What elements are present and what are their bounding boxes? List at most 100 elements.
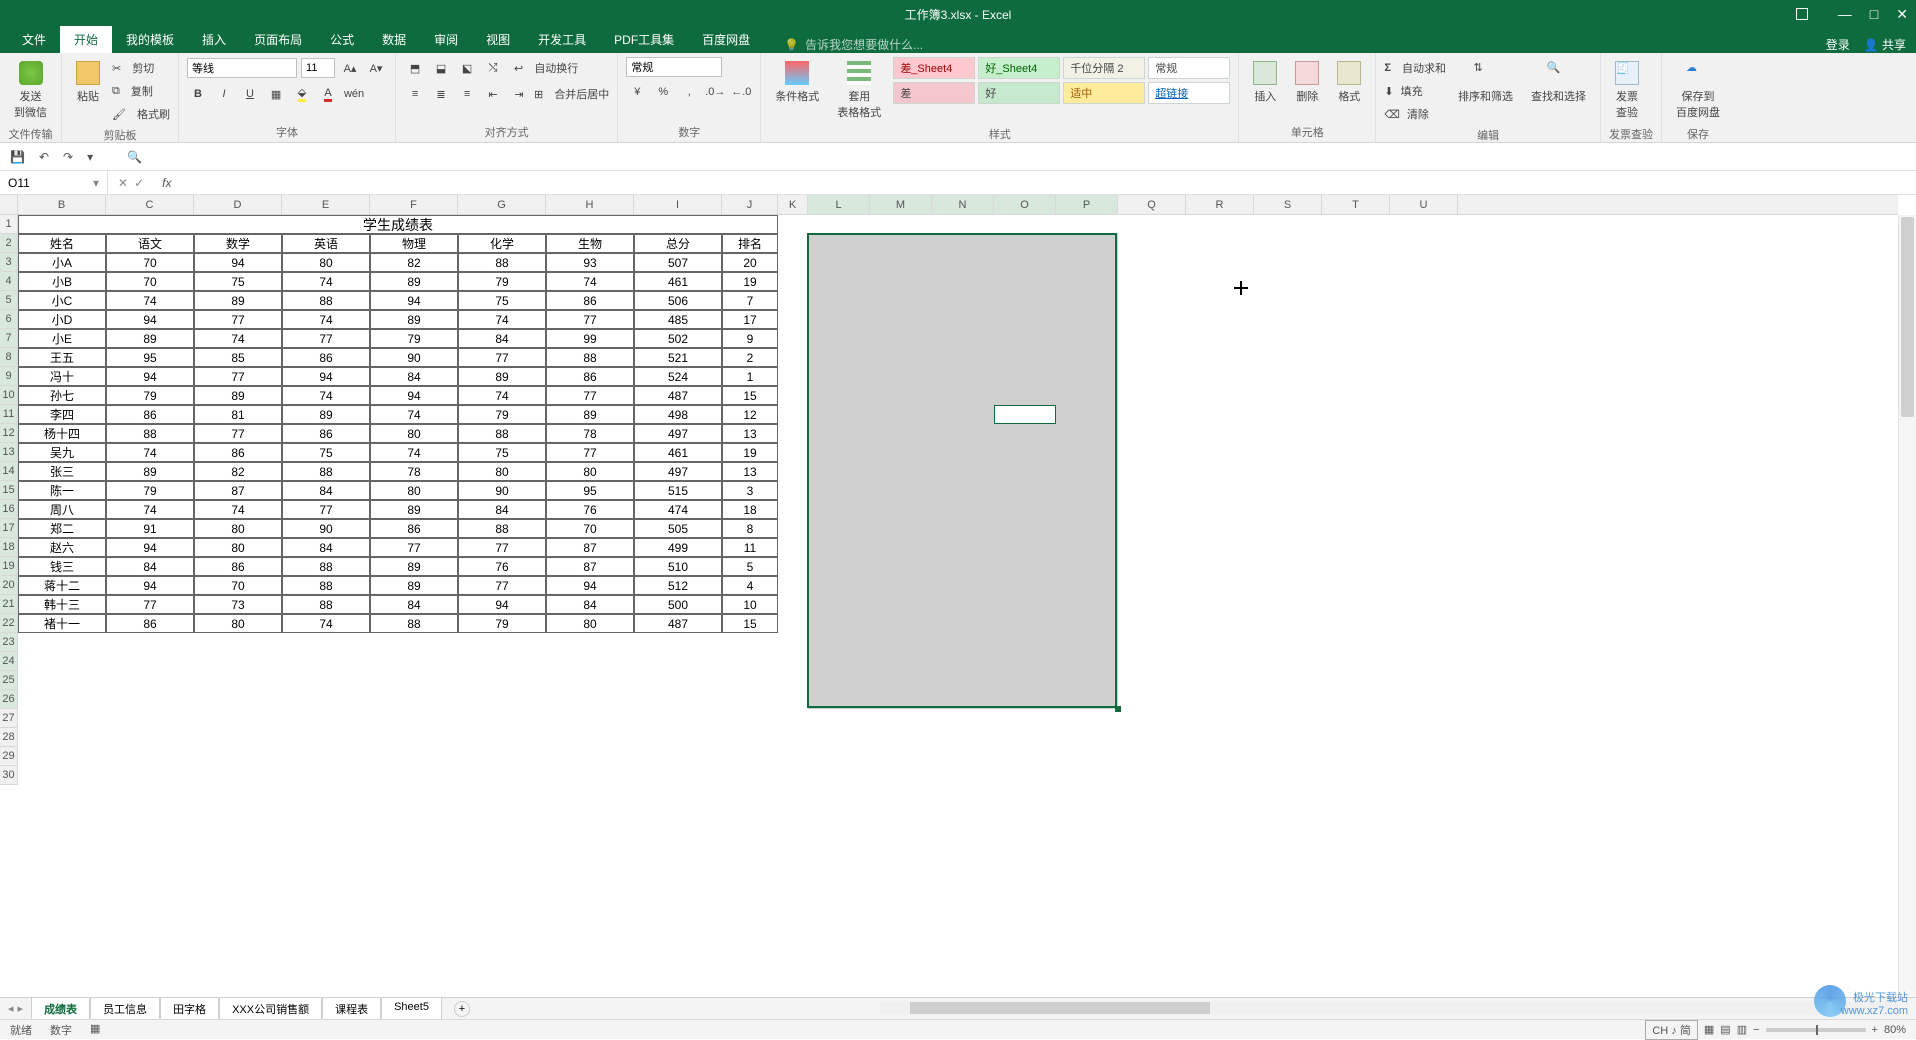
row-header-10[interactable]: 10: [0, 386, 17, 405]
cell[interactable]: 77: [458, 348, 546, 367]
cell[interactable]: 17: [722, 310, 778, 329]
cell[interactable]: 79: [106, 386, 194, 405]
col-header-P[interactable]: P: [1056, 195, 1118, 214]
cell[interactable]: 77: [282, 500, 370, 519]
decrease-font-button[interactable]: A▾: [365, 57, 387, 79]
col-header-K[interactable]: K: [778, 195, 808, 214]
invoice-check-button[interactable]: 🧾发票 查验: [1609, 57, 1645, 124]
cell[interactable]: 524: [634, 367, 722, 386]
row-headers[interactable]: 1234567891011121314151617181920212223242…: [0, 215, 18, 785]
cell[interactable]: 排名: [722, 234, 778, 253]
cell[interactable]: 75: [458, 291, 546, 310]
cell[interactable]: 英语: [282, 234, 370, 253]
cell[interactable]: 74: [282, 310, 370, 329]
cell[interactable]: 10: [722, 595, 778, 614]
row-header-5[interactable]: 5: [0, 291, 17, 310]
cell[interactable]: 73: [194, 595, 282, 614]
number-format-select[interactable]: [626, 57, 722, 77]
cell[interactable]: 77: [546, 443, 634, 462]
cell[interactable]: 500: [634, 595, 722, 614]
cell[interactable]: 88: [282, 595, 370, 614]
col-header-D[interactable]: D: [194, 195, 282, 214]
cell[interactable]: 499: [634, 538, 722, 557]
border-button[interactable]: ▦: [265, 83, 287, 105]
cell[interactable]: 497: [634, 424, 722, 443]
format-painter-button[interactable]: 🖌 格式刷: [112, 103, 170, 125]
cell[interactable]: 数学: [194, 234, 282, 253]
tab-dev[interactable]: 开发工具: [524, 26, 600, 53]
cell[interactable]: 77: [282, 329, 370, 348]
cell[interactable]: 79: [458, 405, 546, 424]
conditional-format-button[interactable]: 条件格式: [769, 57, 825, 108]
cell[interactable]: 94: [106, 310, 194, 329]
row-header-8[interactable]: 8: [0, 348, 17, 367]
align-left-button[interactable]: ≡: [404, 83, 426, 105]
zoom-slider[interactable]: [1766, 1028, 1866, 1032]
cell[interactable]: 18: [722, 500, 778, 519]
new-sheet-button[interactable]: +: [454, 1001, 470, 1017]
style-split2[interactable]: 千位分隔 2: [1063, 57, 1145, 79]
col-header-T[interactable]: T: [1322, 195, 1390, 214]
style-link[interactable]: 超链接: [1148, 82, 1230, 104]
cell[interactable]: 语文: [106, 234, 194, 253]
tab-baidu[interactable]: 百度网盘: [688, 26, 764, 53]
cell[interactable]: 79: [458, 272, 546, 291]
cell[interactable]: 74: [458, 386, 546, 405]
align-middle-button[interactable]: ⬓: [430, 57, 452, 79]
cell[interactable]: 74: [106, 291, 194, 310]
ime-indicator[interactable]: CH ♪ 简: [1645, 1020, 1698, 1040]
cell[interactable]: 95: [106, 348, 194, 367]
cell[interactable]: 74: [370, 443, 458, 462]
cell[interactable]: 84: [282, 538, 370, 557]
cell[interactable]: 74: [282, 386, 370, 405]
cell[interactable]: 507: [634, 253, 722, 272]
row-header-4[interactable]: 4: [0, 272, 17, 291]
cell[interactable]: 502: [634, 329, 722, 348]
cell[interactable]: 487: [634, 614, 722, 633]
sheet-nav-first-icon[interactable]: ◂: [8, 1002, 14, 1015]
cell[interactable]: 19: [722, 272, 778, 291]
cell[interactable]: 497: [634, 462, 722, 481]
tab-data[interactable]: 数据: [368, 26, 420, 53]
format-cells-button[interactable]: 格式: [1331, 57, 1367, 108]
style-normal[interactable]: 常规: [1148, 57, 1230, 79]
tab-home[interactable]: 开始: [60, 26, 112, 53]
cell[interactable]: 77: [546, 386, 634, 405]
row-header-30[interactable]: 30: [0, 766, 17, 785]
col-header-E[interactable]: E: [282, 195, 370, 214]
cell[interactable]: 89: [370, 310, 458, 329]
cell[interactable]: 王五: [18, 348, 106, 367]
style-medium[interactable]: 适中: [1063, 82, 1145, 104]
cell[interactable]: 84: [458, 329, 546, 348]
cell[interactable]: 77: [106, 595, 194, 614]
col-header-L[interactable]: L: [808, 195, 870, 214]
row-header-25[interactable]: 25: [0, 671, 17, 690]
cell[interactable]: 15: [722, 614, 778, 633]
row-header-19[interactable]: 19: [0, 557, 17, 576]
tab-file[interactable]: 文件: [8, 26, 60, 53]
cell[interactable]: 周八: [18, 500, 106, 519]
cell[interactable]: 81: [194, 405, 282, 424]
close-button[interactable]: ✕: [1896, 6, 1908, 23]
cell[interactable]: 91: [106, 519, 194, 538]
paste-button[interactable]: 粘贴: [70, 57, 106, 108]
cell[interactable]: 生物: [546, 234, 634, 253]
sheet-nav-last-icon[interactable]: ▸: [18, 1002, 24, 1015]
cell[interactable]: 77: [370, 538, 458, 557]
cell[interactable]: 89: [370, 500, 458, 519]
cell[interactable]: 8: [722, 519, 778, 538]
font-size-input[interactable]: [301, 58, 335, 78]
cells-area[interactable]: 学生成绩表姓名语文数学英语物理化学生物总分排名小A709480828893507…: [18, 215, 1898, 997]
cell[interactable]: 86: [194, 557, 282, 576]
cell[interactable]: 84: [546, 595, 634, 614]
cell[interactable]: 94: [546, 576, 634, 595]
underline-button[interactable]: U: [239, 83, 261, 105]
active-cell[interactable]: [994, 405, 1056, 424]
row-header-20[interactable]: 20: [0, 576, 17, 595]
cell[interactable]: 87: [194, 481, 282, 500]
cell[interactable]: 461: [634, 272, 722, 291]
cell[interactable]: 小B: [18, 272, 106, 291]
indent-inc-button[interactable]: ⇥: [508, 83, 530, 105]
col-header-M[interactable]: M: [870, 195, 932, 214]
insert-cells-button[interactable]: 插入: [1247, 57, 1283, 108]
